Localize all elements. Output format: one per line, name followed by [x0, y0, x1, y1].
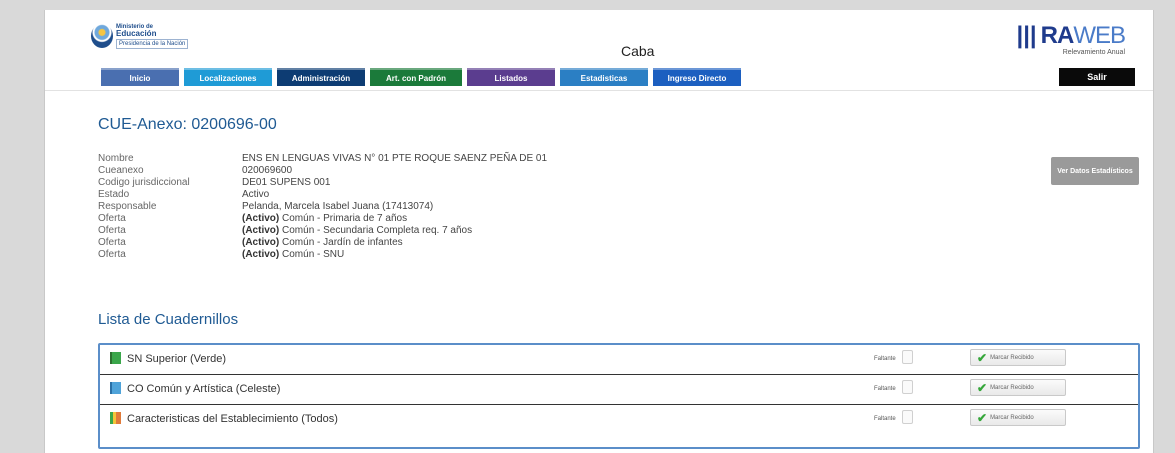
missing-label: Faltante — [874, 386, 896, 392]
raweb-ra: RA — [1040, 22, 1075, 49]
missing-checkbox[interactable] — [902, 350, 913, 364]
cuadernillos-table: SN Superior (Verde) Faltante ✔ Marcar Rec… — [98, 343, 1140, 449]
nav-tab-label: Administración — [291, 73, 351, 83]
raweb-subtitle: Relevamiento Anual — [1062, 49, 1125, 56]
info-value: DE01 SUPENS 001 — [242, 177, 331, 188]
mark-received-button[interactable]: ✔ Marcar Recibido — [970, 349, 1066, 366]
button-label: Marcar Recibido — [990, 384, 1034, 391]
raweb-wordmark: ||| RAWEB — [1017, 24, 1126, 48]
info-row: Nombre ENS EN LENGUAS VIVAS N° 01 PTE ROQ… — [98, 153, 547, 165]
raweb-web: WEB — [1073, 22, 1126, 49]
info-row: Responsable Pelanda, Marcela Isabel Juana… — [98, 201, 547, 213]
logout-button[interactable]: Salir — [1059, 68, 1135, 86]
logo-text: Ministerio de Educación Presidencia de l… — [116, 24, 189, 49]
notebook-icon — [110, 382, 121, 394]
missing-checkbox[interactable] — [902, 380, 913, 394]
info-row: Estado Activo — [98, 189, 547, 201]
button-label: Marcar Recibido — [990, 414, 1034, 421]
info-label: Nombre — [98, 153, 134, 164]
info-label: Responsable — [98, 201, 157, 212]
logo-line3: Presidencia de la Nación — [116, 38, 189, 49]
row-label[interactable]: SN Superior (Verde) — [127, 353, 226, 365]
row-label[interactable]: CO Común y Artística (Celeste) — [127, 383, 280, 395]
check-icon: ✔ — [977, 350, 988, 365]
notebook-icon — [110, 352, 121, 364]
missing-label: Faltante — [874, 356, 896, 362]
info-value: ENS EN LENGUAS VIVAS N° 01 PTE ROQUE SAE… — [242, 153, 548, 164]
nav-tab-estadisticas[interactable]: Estadisticas — [560, 68, 648, 86]
row-label[interactable]: Caracteristicas del Establecimiento (Tod… — [127, 413, 338, 425]
mark-received-button[interactable]: ✔ Marcar Recibido — [970, 409, 1066, 426]
info-value: Pelanda, Marcela Isabel Juana (17413074) — [242, 201, 434, 212]
nav-tab-listados[interactable]: Listados — [467, 68, 555, 86]
check-icon: ✔ — [977, 410, 988, 425]
nav-tab-ingreso-directo[interactable]: Ingreso Directo — [653, 68, 741, 86]
table-row: SN Superior (Verde) Faltante ✔ Marcar Rec… — [100, 345, 1138, 375]
table-row: CO Común y Artística (Celeste) Faltante … — [100, 375, 1138, 405]
nav-tab-label: Estadisticas — [580, 73, 628, 83]
nav-tab-label: Inicio — [129, 73, 151, 83]
view-statistics-button[interactable]: Ver Datos Estadísticos — [1051, 157, 1139, 185]
page-title: CUE-Anexo: 0200696-00 — [98, 116, 277, 133]
header: Ministerio de Educación Presidencia de l… — [45, 10, 1153, 68]
info-row: Oferta (Activo) Común - SNU — [98, 249, 547, 261]
missing-checkbox[interactable] — [902, 410, 913, 424]
raweb-bars-icon: ||| — [1016, 22, 1037, 49]
info-label: Oferta — [98, 249, 126, 260]
table-row: Caracteristicas del Establecimiento (Tod… — [100, 405, 1138, 435]
missing-label: Faltante — [874, 416, 896, 422]
check-icon: ✔ — [977, 380, 988, 395]
info-row: Oferta (Activo) Común - Jardín de infante… — [98, 237, 547, 249]
notebook-icon — [110, 412, 121, 424]
nav-tab-localizaciones[interactable]: Localizaciones — [184, 68, 272, 86]
main-nav: Inicio Localizaciones Administración Art… — [101, 68, 746, 86]
nav-divider — [45, 90, 1153, 91]
nav-tab-art-con-padron[interactable]: Art. con Padrón — [370, 68, 462, 86]
school-info: Nombre ENS EN LENGUAS VIVAS N° 01 PTE ROQ… — [98, 153, 547, 261]
info-row: Oferta (Activo) Común - Primaria de 7 año… — [98, 213, 547, 225]
button-label: Marcar Recibido — [990, 354, 1034, 361]
info-label: Estado — [98, 189, 130, 200]
info-value: (Activo) Común - Secundaria Completa req… — [242, 225, 473, 236]
info-label: Cueanexo — [98, 165, 144, 176]
info-label: Codigo jurisdiccional — [98, 177, 190, 188]
info-label: Oferta — [98, 225, 126, 236]
info-row: Oferta (Activo) Común - Secundaria Comple… — [98, 225, 547, 237]
nav-tab-label: Localizaciones — [199, 73, 257, 83]
info-row: Cueanexo 020069600 — [98, 165, 547, 177]
nav-tab-inicio[interactable]: Inicio — [101, 68, 179, 86]
ministry-logo[interactable]: Ministerio de Educación Presidencia de l… — [91, 20, 211, 52]
info-value: (Activo) Común - Primaria de 7 años — [242, 213, 408, 224]
nav-tab-administracion[interactable]: Administración — [277, 68, 365, 86]
logo-line2: Educación — [116, 28, 157, 38]
region-title: Caba — [621, 43, 655, 59]
info-value: (Activo) Común - SNU — [242, 249, 345, 260]
nav-tab-label: Listados — [494, 73, 528, 83]
raweb-logo[interactable]: ||| RAWEB Relevamiento Anual — [1017, 24, 1126, 57]
nav-tab-label: Art. con Padrón — [385, 73, 446, 83]
argentina-seal-icon — [91, 24, 113, 48]
info-value: 020069600 — [242, 165, 293, 176]
page: Ministerio de Educación Presidencia de l… — [44, 10, 1154, 453]
info-value: (Activo) Común - Jardín de infantes — [242, 237, 403, 248]
mark-received-button[interactable]: ✔ Marcar Recibido — [970, 379, 1066, 396]
info-row: Codigo jurisdiccional DE01 SUPENS 001 — [98, 177, 547, 189]
section-title: Lista de Cuadernillos — [98, 311, 239, 328]
info-label: Oferta — [98, 213, 126, 224]
info-label: Oferta — [98, 237, 126, 248]
nav-tab-label: Ingreso Directo — [667, 73, 727, 83]
info-value: Activo — [242, 189, 270, 200]
